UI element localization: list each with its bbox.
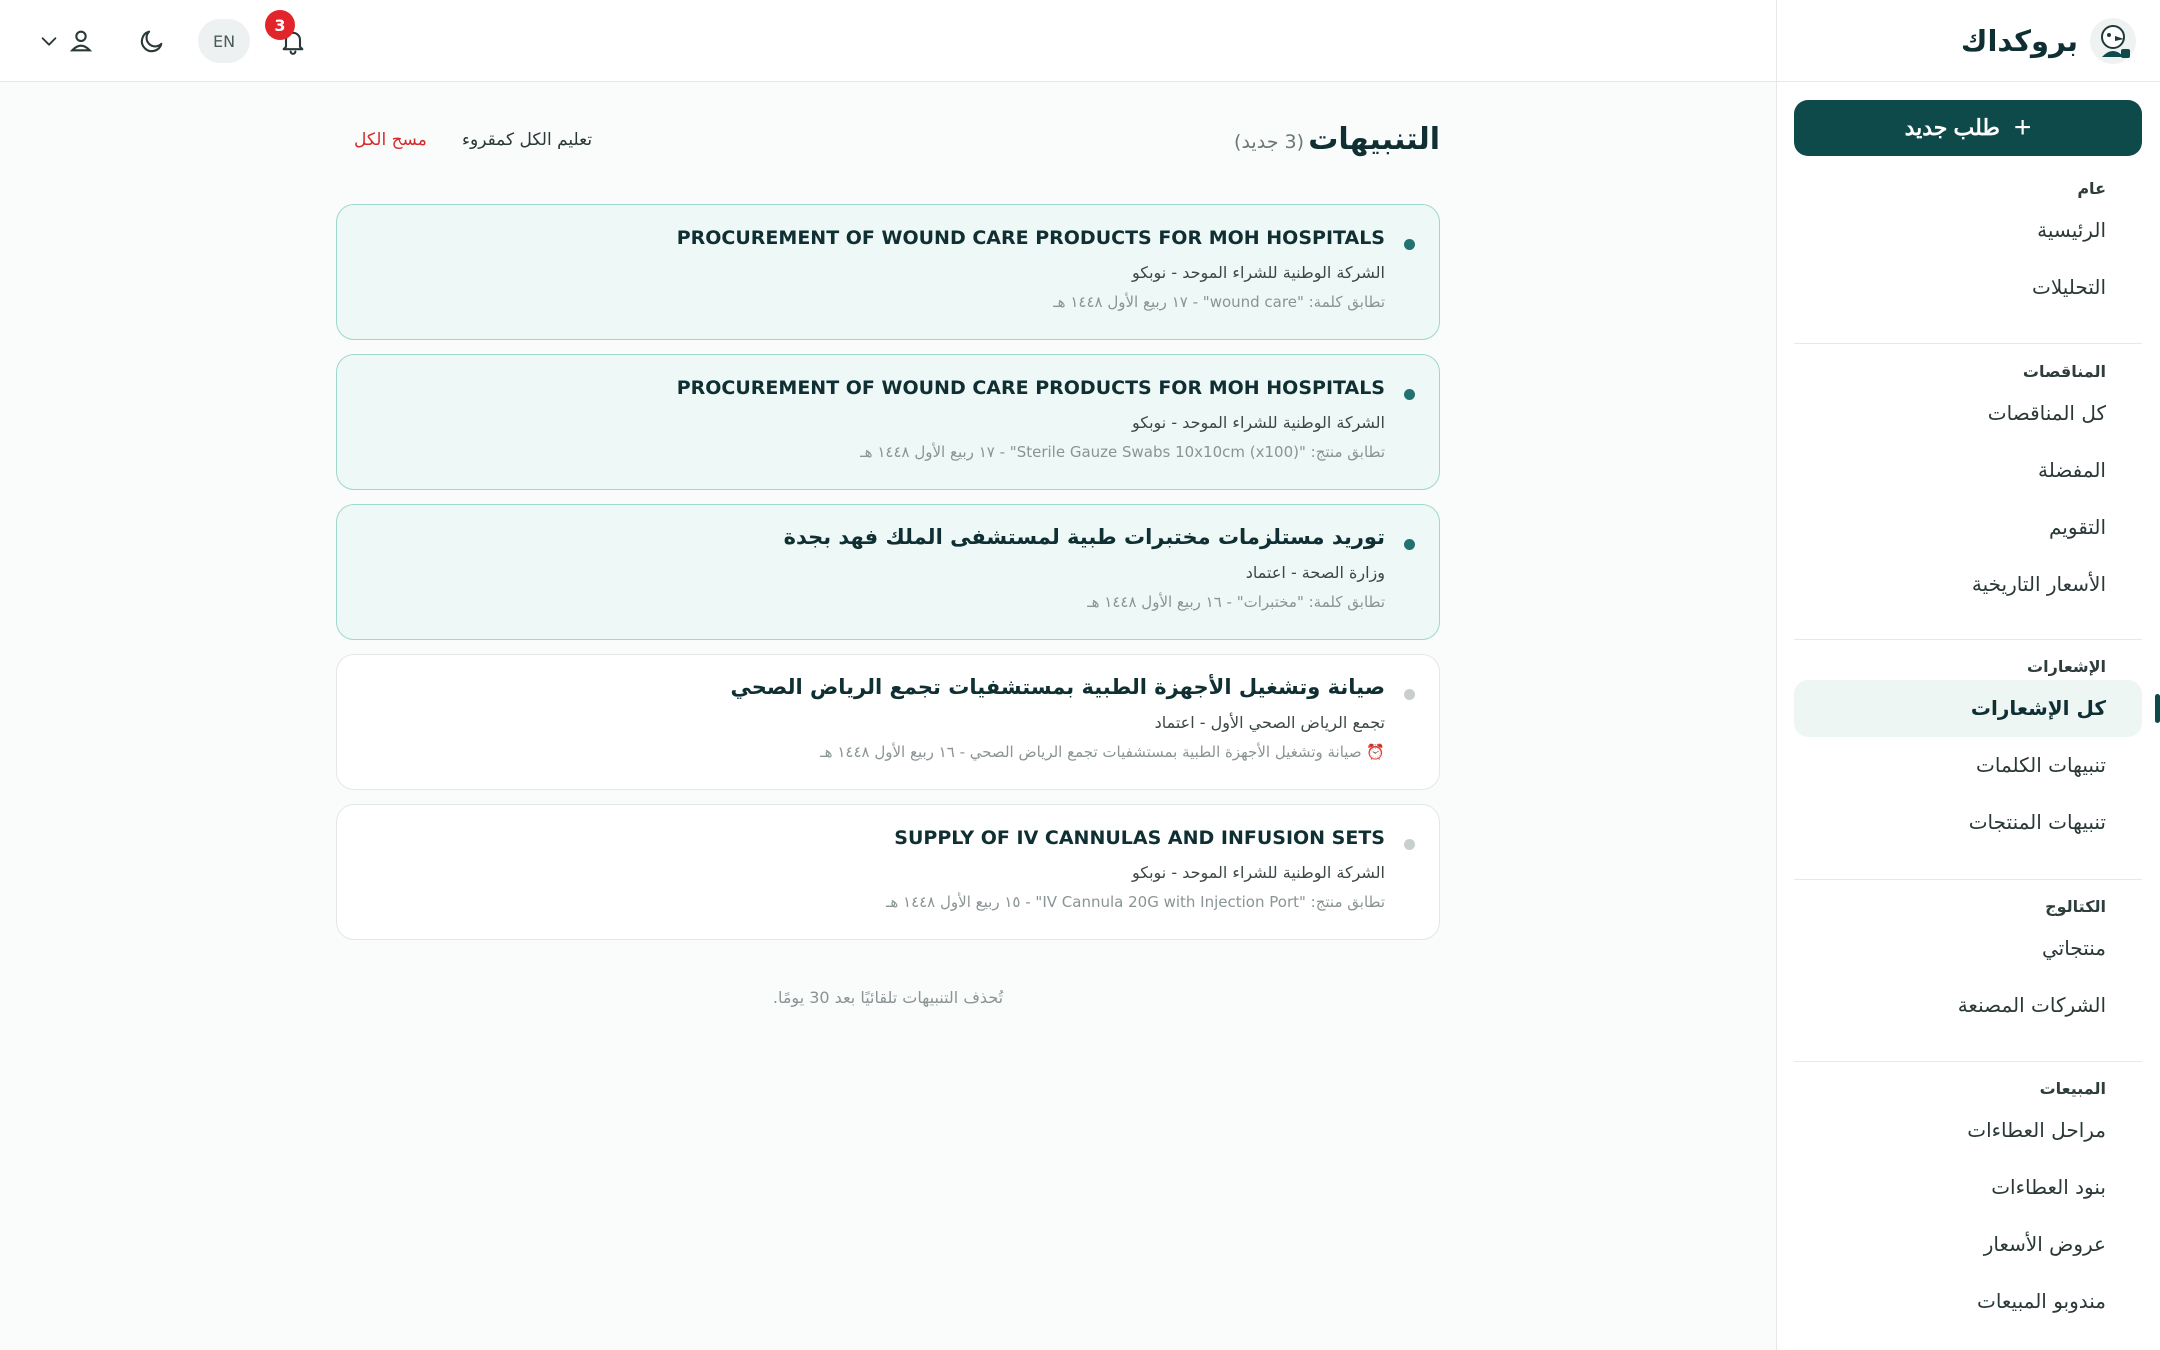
notification-title: PROCUREMENT OF WOUND CARE PRODUCTS FOR M… bbox=[676, 227, 1385, 249]
notifications-list: PROCUREMENT OF WOUND CARE PRODUCTS FOR M… bbox=[336, 204, 1440, 954]
notification-match: ⏰ صيانة وتشغيل الأجهزة الطبية بمستشفيات … bbox=[820, 743, 1385, 761]
notification-match: تطابق كلمة: "wound care" - ١٧ ربيع الأول… bbox=[1053, 293, 1385, 311]
language-toggle[interactable]: EN bbox=[198, 19, 250, 63]
main-content: التنبيهات (3 جديد) تعليم الكل كمقروء مسح… bbox=[336, 82, 1440, 1007]
chevron-down-icon[interactable] bbox=[34, 26, 64, 56]
nav-section-general: عام الرئيسية التحليلات bbox=[1794, 176, 2142, 316]
language-label: EN bbox=[212, 31, 236, 51]
brand-logo-icon bbox=[2090, 17, 2136, 64]
sidebar-item-keyword-alerts[interactable]: تنبيهات الكلمات bbox=[1794, 737, 2142, 794]
nav-heading: الإشعارات bbox=[2027, 657, 2106, 676]
notification-org: وزارة الصحة - اعتماد bbox=[1245, 563, 1385, 582]
nav-heading: المناقصات bbox=[2022, 362, 2106, 381]
nav-section-catalog: الكتالوج منتجاتي الشركات المصنعة bbox=[1794, 894, 2142, 1034]
notification-title: SUPPLY OF IV CANNULAS AND INFUSION SETS bbox=[894, 827, 1385, 849]
notification-card[interactable]: صيانة وتشغيل الأجهزة الطبية بمستشفيات تج… bbox=[336, 654, 1440, 790]
notification-count-badge: 3 bbox=[265, 10, 295, 40]
notification-card[interactable]: SUPPLY OF IV CANNULAS AND INFUSION SETS … bbox=[336, 804, 1440, 940]
sidebar-item-bid-items[interactable]: بنود العطاءات bbox=[1794, 1159, 2142, 1216]
sidebar-item-analytics[interactable]: التحليلات bbox=[1794, 259, 2142, 316]
page-title: التنبيهات bbox=[1308, 122, 1440, 157]
notification-card[interactable]: PROCUREMENT OF WOUND CARE PRODUCTS FOR M… bbox=[336, 204, 1440, 340]
new-count: (3 جديد) bbox=[1234, 131, 1304, 153]
new-request-label: طلب جديد bbox=[1904, 115, 2000, 140]
notification-match: تطابق منتج: "Sterile Gauze Swabs 10x10cm… bbox=[860, 443, 1385, 461]
topbar: EN 3 bbox=[0, 0, 1776, 82]
sidebar-item-home[interactable]: الرئيسية bbox=[1794, 202, 2142, 259]
nav-heading: المبيعات bbox=[2039, 1079, 2106, 1098]
notification-match: تطابق كلمة: "مختبرات" - ١٦ ربيع الأول ١٤… bbox=[1087, 593, 1385, 611]
notification-org: تجمع الرياض الصحي الأول - اعتماد bbox=[1154, 713, 1385, 732]
clear-all-button[interactable]: مسح الكل bbox=[354, 130, 427, 150]
moon-icon[interactable] bbox=[135, 24, 169, 58]
sidebar-item-product-alerts[interactable]: تنبيهات المنتجات bbox=[1794, 794, 2142, 851]
notification-match: تطابق منتج: "IV Cannula 20G with Injecti… bbox=[885, 893, 1385, 911]
mark-all-read-button[interactable]: تعليم الكل كمقروء bbox=[462, 130, 592, 150]
notification-card[interactable]: PROCUREMENT OF WOUND CARE PRODUCTS FOR M… bbox=[336, 354, 1440, 490]
unread-dot bbox=[1404, 539, 1415, 550]
nav-divider bbox=[1794, 879, 2142, 880]
sidebar-item-bid-stages[interactable]: مراحل العطاءات bbox=[1794, 1102, 2142, 1159]
nav-heading: الكتالوج bbox=[2045, 897, 2106, 916]
sidebar-item-quotations[interactable]: عروض الأسعار bbox=[1794, 1216, 2142, 1273]
unread-dot bbox=[1404, 239, 1415, 250]
sidebar-item-my-products[interactable]: منتجاتي bbox=[1794, 920, 2142, 977]
notification-title: صيانة وتشغيل الأجهزة الطبية بمستشفيات تج… bbox=[730, 675, 1385, 699]
brand[interactable]: بروكداك bbox=[1777, 0, 2160, 82]
nav-divider bbox=[1794, 1061, 2142, 1062]
brand-name: بروكداك bbox=[1960, 23, 2078, 58]
sidebar-item-manufacturers[interactable]: الشركات المصنعة bbox=[1794, 977, 2142, 1034]
notification-title: PROCUREMENT OF WOUND CARE PRODUCTS FOR M… bbox=[676, 377, 1385, 399]
new-request-button[interactable]: + طلب جديد bbox=[1794, 100, 2142, 156]
sidebar-item-historical-prices[interactable]: الأسعار التاريخية bbox=[1794, 556, 2142, 613]
notification-org: الشركة الوطنية للشراء الموحد - نوبكو bbox=[1131, 413, 1385, 432]
nav-section-sales: المبيعات مراحل العطاءات بنود العطاءات عر… bbox=[1794, 1076, 2142, 1330]
unread-dot bbox=[1404, 389, 1415, 400]
sidebar: بروكداك + طلب جديد عام الرئيسية التحليلا… bbox=[1776, 0, 2160, 1350]
read-dot bbox=[1404, 839, 1415, 850]
nav-divider bbox=[1794, 343, 2142, 344]
sidebar-item-all-tenders[interactable]: كل المناقصات bbox=[1794, 385, 2142, 442]
read-dot bbox=[1404, 689, 1415, 700]
sidebar-item-calendar[interactable]: التقويم bbox=[1794, 499, 2142, 556]
notification-card[interactable]: توريد مستلزمات مختبرات طبية لمستشفى المل… bbox=[336, 504, 1440, 640]
nav-section-notifications: الإشعارات كل الإشعارات تنبيهات الكلمات ت… bbox=[1794, 654, 2160, 851]
notification-org: الشركة الوطنية للشراء الموحد - نوبكو bbox=[1131, 863, 1385, 882]
nav-section-tenders: المناقصات كل المناقصات المفضلة التقويم ا… bbox=[1794, 359, 2142, 613]
user-icon[interactable] bbox=[64, 24, 98, 58]
plus-icon: + bbox=[2013, 111, 2032, 144]
notification-org: الشركة الوطنية للشراء الموحد - نوبكو bbox=[1131, 263, 1385, 282]
notification-title: توريد مستلزمات مختبرات طبية لمستشفى المل… bbox=[783, 525, 1385, 549]
page-header: التنبيهات (3 جديد) تعليم الكل كمقروء مسح… bbox=[336, 82, 1440, 202]
nav-divider bbox=[1794, 639, 2142, 640]
nav-heading: عام bbox=[2077, 179, 2106, 198]
sidebar-item-favorites[interactable]: المفضلة bbox=[1794, 442, 2142, 499]
sidebar-item-sales-reps[interactable]: مندوبو المبيعات bbox=[1794, 1273, 2142, 1330]
sidebar-item-all-notifications[interactable]: كل الإشعارات bbox=[1794, 680, 2160, 737]
auto-delete-footnote: تُحذف التنبيهات تلقائيًا بعد 30 يومًا. bbox=[772, 988, 1004, 1007]
